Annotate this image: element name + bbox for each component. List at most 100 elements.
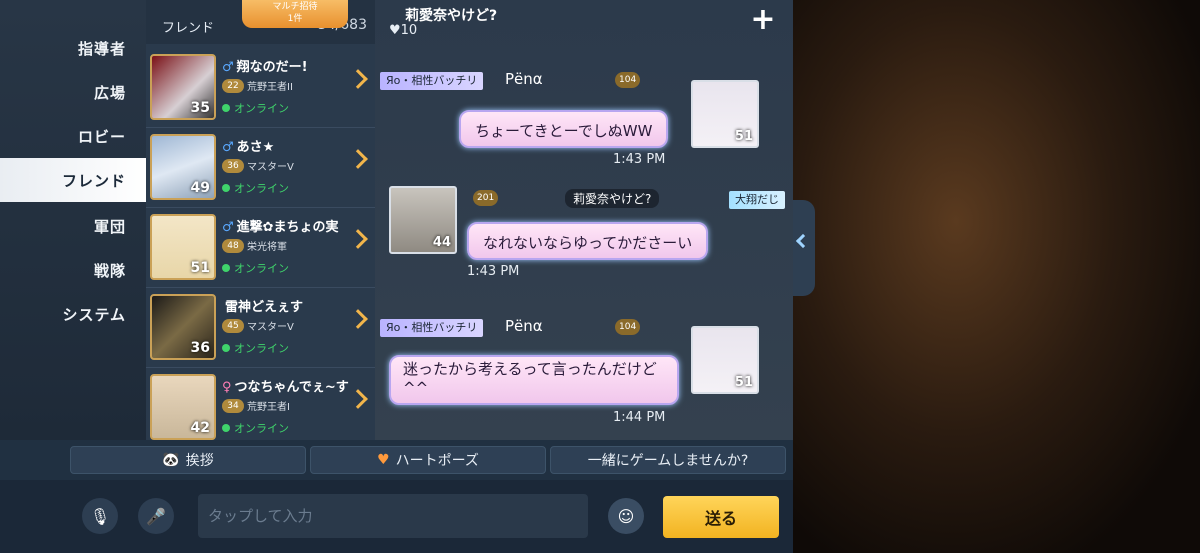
message-time: 1:43 PM [467,264,520,279]
multi-invite-badge[interactable]: マルチ招待 1件 [242,0,348,28]
friend-status: オンライン [222,340,289,356]
star-level-badge: 36 [222,158,244,173]
nav-item-leader[interactable]: 指導者 [0,28,146,68]
star-level-badge: 34 [222,398,244,413]
male-icon: ♂ [222,60,234,75]
emoji-button[interactable]: ☺ [608,498,644,534]
star-level-badge: 22 [222,78,244,93]
message-bubble: ちょーてきとーでしぬWW [459,110,669,148]
nav-item-squad[interactable]: 戦隊 [0,250,146,290]
male-icon: ♂ [222,140,234,155]
message-time: 1:43 PM [613,152,666,167]
chevron-right-icon[interactable] [348,149,368,169]
quick-reply-bar: 🐼 挨拶 ♥ ハートポーズ 一緒にゲームしませんか? [0,440,793,480]
star-level-badge: 104 [615,319,641,335]
friend-rank: 36 マスターV [222,158,294,173]
friend-name-text: 翔なのだー! [236,60,308,75]
add-button[interactable]: + [749,5,777,36]
star-level-badge: 48 [222,238,244,253]
sender-avatar[interactable]: 51 [691,326,759,394]
friend-row[interactable]: 35 ♂ 翔なのだー! 22 荒野王者II オンライン [146,48,375,128]
friend-status-text: オンライン [234,422,289,435]
online-dot-icon [222,424,230,432]
panda-icon: 🐼 [162,452,180,468]
sender-level: 44 [432,235,451,250]
chevron-right-icon[interactable] [348,389,368,409]
friend-name: 雷神どえぇす [222,296,303,315]
game-chat-screen: 指導者 広場 ロビー フレンド 軍団 戦隊 システム フレンド 34/683 マ… [0,0,1200,553]
friend-level: 42 [190,420,210,436]
female-icon: ♀ [222,380,232,395]
friend-status-text: オンライン [234,262,289,275]
friend-list-title: フレンド [162,21,215,36]
compatibility-tag: 大翔だじ [729,191,785,209]
chevron-right-icon[interactable] [348,69,368,89]
friend-row[interactable]: 36 雷神どえぇす 45 マスターV オンライン [146,288,375,368]
friend-name: ♀ つなちゃんでぇ~す [222,376,349,395]
friend-rank-text: 荒野王者I [247,402,290,413]
compatibility-tag: Яo・相性バッチリ [380,72,484,90]
friend-avatar: 49 [150,134,216,200]
heart-pose-button[interactable]: ♥ ハートポーズ [310,446,546,474]
smiley-icon: ☺ [617,506,635,526]
star-level-badge: 45 [222,318,244,333]
nav-item-legion[interactable]: 軍団 [0,206,146,246]
friend-status: オンライン [222,180,289,196]
online-dot-icon [222,104,230,112]
sender-level: 51 [734,375,753,390]
friend-status-text: オンライン [234,182,289,195]
friend-level: 36 [190,340,210,356]
sender-avatar[interactable]: 44 [389,186,457,254]
friend-name: ♂ あさ★ [222,136,274,155]
nav-item-lobby[interactable]: ロビー [0,116,146,156]
friend-avatar: 51 [150,214,216,280]
online-dot-icon [222,184,230,192]
friend-row[interactable]: 49 ♂ あさ★ 36 マスターV オンライン [146,128,375,208]
heart-count: ♥10 [389,23,418,38]
friend-avatar: 35 [150,54,216,120]
background-scene [793,0,1200,553]
friend-status-text: オンライン [234,342,289,355]
message-input[interactable] [198,494,588,538]
chat-input-bar: 🎙 🎤 ☺ 送る [0,480,793,553]
nav-item-plaza[interactable]: 広場 [0,72,146,112]
voice-translate-button[interactable]: 🎙 [82,498,118,534]
star-level-badge: 201 [473,190,499,206]
sender-name: Pёnα [505,317,543,335]
friend-level: 49 [190,180,210,196]
online-dot-icon [222,264,230,272]
friend-row[interactable]: 42 ♀ つなちゃんでぇ~す 34 荒野王者I オンライン [146,368,375,440]
chevron-right-icon[interactable] [348,229,368,249]
friend-avatar: 42 [150,374,216,440]
invite-game-button[interactable]: 一緒にゲームしませんか? [550,446,786,474]
voice-input-button[interactable]: 🎤 [138,498,174,534]
mic-translate-icon: 🎙 [89,506,111,526]
chevron-right-icon[interactable] [348,309,368,329]
mic-icon: 🎤 [146,506,166,526]
chat-panel: 莉愛奈やけど? ♥10 + Яo・相性バッチリ Pёnα 104 ちょーてきとー… [375,0,793,440]
friend-level: 35 [190,100,210,116]
sender-name: Pёnα [505,70,543,88]
send-button[interactable]: 送る [663,496,779,538]
friend-row[interactable]: 51 ♂ 進撃✿まちょの実 48 栄光将軍 オンライン [146,208,375,288]
friend-rank-text: 栄光将軍 [247,242,287,253]
heart-pose-label: ハートポーズ [395,453,479,469]
friend-status-text: オンライン [234,102,289,115]
sender-avatar[interactable]: 51 [691,80,759,148]
friend-name: ♂ 進撃✿まちょの実 [222,216,339,235]
friend-status: オンライン [222,100,289,116]
friend-name-text: あさ★ [236,140,275,155]
friend-rank-text: マスターV [247,322,294,333]
friend-name-text: 進撃✿まちょの実 [236,220,339,235]
friend-level: 51 [190,260,210,276]
star-level-badge: 104 [615,72,641,88]
nav-item-friend[interactable]: フレンド [0,158,156,202]
collapse-tab[interactable] [793,200,815,296]
online-dot-icon [222,344,230,352]
sender-name: 莉愛奈やけど? [565,189,660,208]
nav-item-system[interactable]: システム [0,294,146,334]
friend-rank-text: 荒野王者II [247,82,293,93]
message-bubble: なれないならゆってかださーい [467,222,709,260]
greet-button[interactable]: 🐼 挨拶 [70,446,306,474]
friend-rank: 45 マスターV [222,318,294,333]
